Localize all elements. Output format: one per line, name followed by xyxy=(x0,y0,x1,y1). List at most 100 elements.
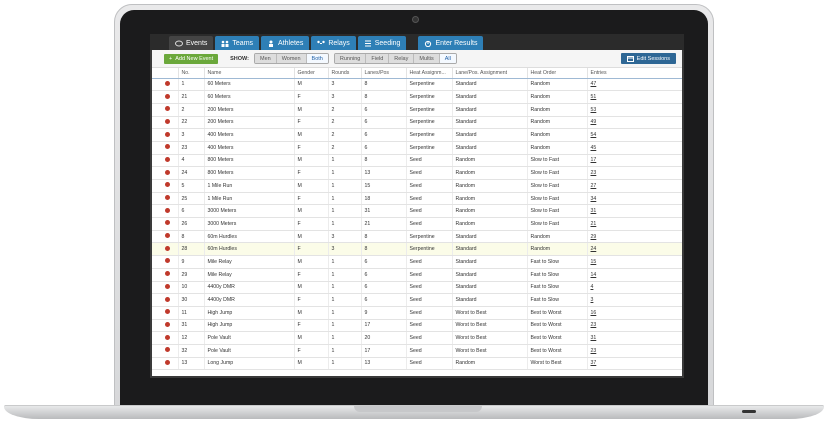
column-header[interactable]: Lane/Pos. Assignment xyxy=(451,68,527,79)
delete-icon[interactable] xyxy=(165,271,170,277)
entries-link[interactable]: 29 xyxy=(591,234,597,240)
table-cell: 31 xyxy=(586,204,682,219)
column-header[interactable]: No. xyxy=(177,68,204,79)
table-row[interactable]: 25 1 Mile Run F 1 18 Seed Random Slow to Fast 34 xyxy=(152,192,682,206)
delete-icon[interactable] xyxy=(165,220,170,226)
entries-link[interactable]: 4 xyxy=(591,284,594,290)
table-row[interactable]: 29 Mile Relay F 1 6 Seed Standard Fast to Slow 1… xyxy=(152,268,682,282)
filter-both[interactable]: Both xyxy=(306,54,328,63)
table-row[interactable]: 51 Mile Run M 1 15 Seed Random Slow to Fast 27 xyxy=(152,179,682,193)
column-header[interactable]: Name xyxy=(203,68,294,79)
table-row[interactable]: 9 Mile Relay M 1 6 Seed Standard Fast to Slow 15 xyxy=(152,255,682,269)
table-row[interactable]: 13 Long Jump M 1 13 Seed Random Worst to Best 37 xyxy=(152,357,682,371)
table-row[interactable]: 12 Pole Vault M 1 20 Seed Worst to Best Best to… xyxy=(152,331,682,345)
table-row[interactable]: 30 4400y DMR F 1 6 Seed Standard Fast to Slow 3 xyxy=(152,293,682,307)
entries-link[interactable]: 53 xyxy=(591,107,597,113)
entries-link[interactable]: 17 xyxy=(591,157,597,163)
entries-link[interactable]: 21 xyxy=(591,221,597,227)
entries-link[interactable]: 14 xyxy=(591,272,597,278)
tab-seeding[interactable]: Seeding xyxy=(357,36,407,50)
delete-icon[interactable] xyxy=(165,156,170,162)
tab-teams[interactable]: Teams xyxy=(215,36,260,50)
add-new-event-button[interactable]: + Add New Event xyxy=(164,53,219,64)
delete-icon[interactable] xyxy=(165,106,170,112)
entries-link[interactable]: 15 xyxy=(591,259,597,265)
entries-link[interactable]: 23 xyxy=(591,348,597,354)
entries-link[interactable]: 34 xyxy=(591,196,597,202)
delete-icon[interactable] xyxy=(165,207,170,213)
table-row[interactable]: 31 High Jump F 1 17 Seed Worst to Best Best to … xyxy=(152,319,682,333)
entries-link[interactable]: 31 xyxy=(591,335,597,341)
filter-men[interactable]: Men xyxy=(254,54,277,63)
column-header[interactable] xyxy=(152,68,178,79)
delete-icon[interactable] xyxy=(165,296,170,302)
column-header[interactable]: Heat Order xyxy=(526,68,587,79)
delete-icon[interactable] xyxy=(165,347,170,353)
table-row[interactable]: 3 400 Meters M 2 6 Serpentine Standard Random 54 xyxy=(152,128,682,142)
entries-link[interactable]: 3 xyxy=(591,297,594,303)
delete-icon[interactable] xyxy=(165,321,170,327)
column-header[interactable]: Entries xyxy=(586,68,682,79)
column-header[interactable]: Rounds xyxy=(327,68,361,79)
delete-icon[interactable] xyxy=(165,359,170,365)
edit-sessions-button[interactable]: Edit Sessions xyxy=(620,53,676,64)
tab-events[interactable]: Events xyxy=(169,36,214,50)
table-row[interactable]: 32 Pole Vault F 1 17 Seed Worst to Best Best to… xyxy=(152,344,682,358)
filter-women[interactable]: Women xyxy=(276,54,307,63)
entries-link[interactable]: 31 xyxy=(591,208,597,214)
delete-icon[interactable] xyxy=(165,283,170,289)
table-row[interactable]: 21 60 Meters F 3 8 Serpentine Standard Random 51 xyxy=(152,90,682,104)
entries-link[interactable]: 27 xyxy=(591,183,597,189)
table-row[interactable]: 1 60 Meters M 3 8 Serpentine Standard Random 47 xyxy=(152,78,682,92)
table-cell: 16 xyxy=(586,306,682,320)
table-row[interactable]: 10 4400y DMR M 1 6 Seed Standard Fast to Slow 4 xyxy=(152,281,682,295)
table-row[interactable]: 2 200 Meters M 2 6 Serpentine Standard Random 53 xyxy=(152,103,682,117)
table-cell: Random xyxy=(526,230,587,244)
filter-all[interactable]: All xyxy=(439,54,456,63)
delete-icon[interactable] xyxy=(165,233,170,239)
column-header[interactable]: Lanes/Pos xyxy=(360,68,406,79)
entries-link[interactable]: 16 xyxy=(591,310,597,316)
tab-enter-results[interactable]: Enter Results xyxy=(418,36,484,50)
table-row[interactable]: 11 High Jump M 1 9 Seed Worst to Best Best to W… xyxy=(152,306,682,320)
delete-icon[interactable] xyxy=(165,131,170,137)
delete-icon[interactable] xyxy=(165,334,170,340)
delete-icon[interactable] xyxy=(165,80,170,86)
entries-link[interactable]: 54 xyxy=(591,132,597,138)
delete-icon[interactable] xyxy=(165,258,170,264)
table-cell: M xyxy=(293,204,328,219)
delete-icon[interactable] xyxy=(165,245,170,251)
athlete-icon xyxy=(269,40,274,47)
delete-icon[interactable] xyxy=(165,309,170,315)
tab-relays[interactable]: Relays xyxy=(311,36,356,50)
entries-link[interactable]: 51 xyxy=(591,94,597,100)
entries-link[interactable]: 23 xyxy=(591,170,597,176)
table-row[interactable]: 28 60m Hurdles F 3 8 Serpentine Standard Random… xyxy=(152,242,682,257)
entries-link[interactable]: 24 xyxy=(591,246,597,252)
filter-relay[interactable]: Relay xyxy=(389,54,415,63)
table-row[interactable]: 24 800 Meters F 1 13 Seed Random Slow to Fast 23 xyxy=(152,166,682,180)
tab-athletes[interactable]: Athletes xyxy=(261,36,310,50)
table-row[interactable]: 6 3000 Meters M 1 31 Seed Random Slow to Fast 31 xyxy=(152,204,682,219)
table-row[interactable]: 4 800 Meters M 1 8 Seed Random Slow to Fast 17 xyxy=(152,154,682,168)
delete-icon[interactable] xyxy=(165,144,170,150)
entries-link[interactable]: 49 xyxy=(591,119,597,125)
entries-link[interactable]: 45 xyxy=(591,145,597,151)
delete-icon[interactable] xyxy=(165,195,170,201)
delete-icon[interactable] xyxy=(165,182,170,188)
entries-link[interactable]: 47 xyxy=(591,81,597,87)
column-header[interactable]: Gender xyxy=(293,68,328,79)
entries-link[interactable]: 37 xyxy=(591,360,597,366)
filter-multis[interactable]: Multis xyxy=(414,54,440,63)
table-row[interactable]: 8 60m Hurdles M 3 8 Serpentine Standard Random 2… xyxy=(152,230,682,244)
filter-field[interactable]: Field xyxy=(366,54,390,63)
delete-icon[interactable] xyxy=(165,118,170,124)
delete-icon[interactable] xyxy=(165,169,170,175)
table-row[interactable]: 22 200 Meters F 2 6 Serpentine Standard Random 4… xyxy=(152,116,682,130)
filter-running[interactable]: Running xyxy=(334,54,367,63)
entries-link[interactable]: 23 xyxy=(591,322,597,328)
column-header[interactable]: Heat Assignm... xyxy=(405,68,452,79)
table-row[interactable]: 26 3000 Meters F 1 21 Seed Random Slow to Fast 2… xyxy=(152,217,682,231)
table-row[interactable]: 23 400 Meters F 2 6 Serpentine Standard Random 4… xyxy=(152,141,682,155)
delete-icon[interactable] xyxy=(165,93,170,99)
